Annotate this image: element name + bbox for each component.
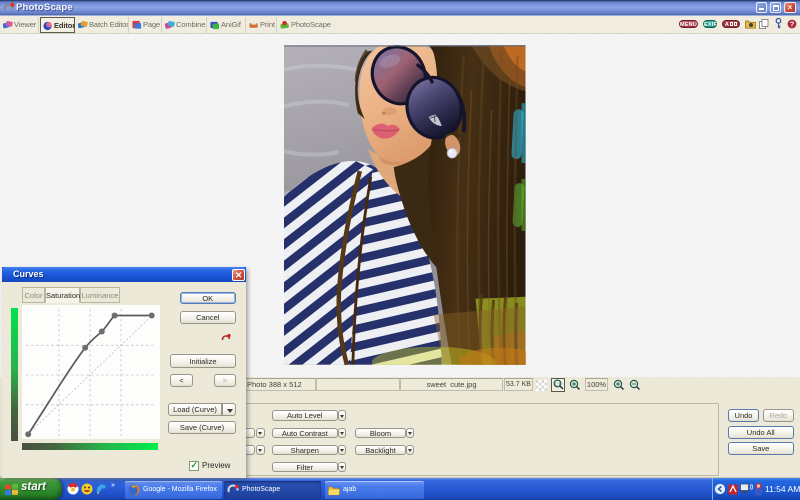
svg-text:?: ? [790,20,795,29]
svg-text:1:1: 1:1 [554,381,561,386]
